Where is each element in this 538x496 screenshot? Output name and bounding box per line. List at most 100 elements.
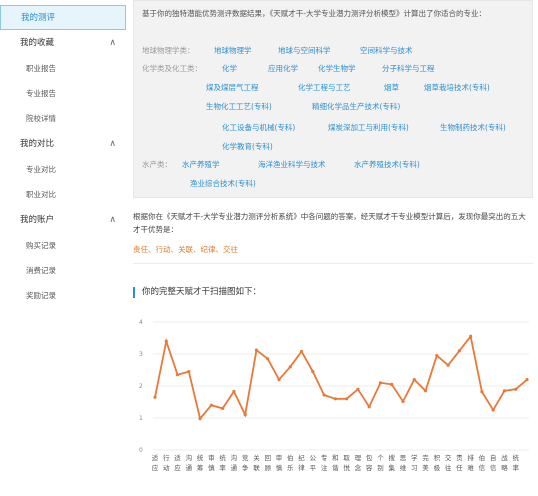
- major-link[interactable]: 烟草: [384, 82, 399, 94]
- major-link[interactable]: 地球物理学: [214, 45, 252, 57]
- major-link[interactable]: 渔业综合技术(专科): [190, 178, 256, 190]
- x-tick-label: 取: [343, 454, 350, 462]
- sidebar-group-2[interactable]: 我的账户 ∧: [0, 207, 126, 233]
- x-tick-label: 维: [400, 463, 407, 472]
- data-point: [390, 382, 394, 386]
- talent-scan-chart: 01234适应行动适应沟通统筹审慎统率沟通竞争关联回顾审慎伯乐纪律公平专注和谐取…: [139, 319, 529, 472]
- data-point: [469, 334, 473, 338]
- major-link[interactable]: 化学工程与工艺: [298, 82, 351, 94]
- sidebar-item[interactable]: 消费记录: [0, 258, 126, 283]
- sidebar-group-label: 我的账户: [20, 215, 55, 225]
- x-tick-label: 动: [163, 464, 170, 472]
- x-tick-label: 和: [332, 453, 339, 462]
- major-link[interactable]: 应用化学: [268, 63, 298, 75]
- x-tick-label: 竞: [242, 453, 249, 462]
- data-point: [209, 403, 213, 407]
- x-tick-label: 慎: [276, 463, 283, 472]
- data-point: [153, 395, 157, 399]
- x-tick-label: 难: [467, 463, 474, 472]
- x-tick-label: 搜: [388, 453, 395, 462]
- data-point: [254, 348, 259, 352]
- sidebar-group-label: 我的收藏: [20, 38, 55, 48]
- major-link[interactable]: 生物制药技术(专科): [440, 122, 506, 134]
- top-traits: 责任、行动、关联、纪律、交往: [133, 245, 238, 254]
- y-tick-label: 4: [139, 319, 143, 326]
- x-tick-label: 率: [512, 463, 519, 472]
- data-point: [401, 399, 405, 403]
- major-link[interactable]: 精细化学品生产技术(专科): [312, 101, 400, 113]
- major-link[interactable]: 化学: [222, 63, 237, 75]
- major-link[interactable]: 烟草栽培技术(专科): [424, 82, 490, 94]
- x-tick-label: 极: [434, 463, 441, 472]
- intro-text: 基于你的独特潜能优势测评数据结果，《天赋才干-大学专业潜力测评分析模型》计算出了…: [142, 9, 486, 18]
- data-point: [277, 378, 281, 382]
- chart-title: 你的完整天赋才干扫描图如下：: [133, 287, 261, 298]
- x-tick-label: 联: [253, 463, 260, 472]
- data-point: [221, 406, 225, 410]
- major-link[interactable]: 化工设备与机械(专科): [222, 122, 295, 134]
- sidebar-item-my-assessment[interactable]: 我的测评: [0, 5, 126, 30]
- x-tick-label: 思: [400, 454, 407, 462]
- x-tick-label: 积: [434, 453, 441, 462]
- data-point: [480, 390, 484, 394]
- sidebar-item[interactable]: 专业对比: [0, 157, 126, 182]
- major-link[interactable]: 海洋渔业科学与技术: [258, 159, 326, 171]
- x-tick-label: 沟: [231, 453, 238, 462]
- major-link[interactable]: 地球与空间科学: [278, 45, 331, 57]
- sidebar-item[interactable]: 职业对比: [0, 182, 126, 207]
- sidebar-group-0[interactable]: 我的收藏 ∧: [0, 30, 126, 56]
- major-link[interactable]: 生物化工工艺(专科): [206, 101, 272, 113]
- x-tick-label: 应: [152, 463, 159, 472]
- chevron-up-icon[interactable]: ∧: [109, 131, 116, 157]
- sidebar: 我的测评 我的收藏 ∧ 职业报告 专业报告 院校详情 我的对比 ∧ 专业对比 职业对比 我的账户 ∧ 购…: [0, 0, 126, 496]
- major-link[interactable]: 分子科学与工程: [382, 63, 435, 75]
- x-tick-label: 适: [174, 453, 181, 462]
- x-tick-label: 别: [377, 463, 384, 472]
- x-tick-label: 完: [422, 453, 429, 462]
- data-point: [525, 378, 529, 382]
- x-tick-label: 往: [445, 463, 452, 472]
- x-tick-label: 排: [467, 453, 474, 462]
- x-tick-label: 统: [197, 453, 204, 462]
- x-tick-label: 交: [445, 453, 452, 462]
- data-point: [514, 387, 518, 391]
- data-point: [322, 393, 326, 397]
- x-tick-label: 自: [490, 453, 497, 462]
- x-tick-label: 回: [264, 454, 271, 462]
- sidebar-item[interactable]: 院校详情: [0, 106, 126, 131]
- x-tick-label: 伯: [287, 453, 294, 462]
- major-link[interactable]: 水产养殖技术(专科): [354, 159, 420, 171]
- data-point: [243, 413, 247, 417]
- sidebar-item[interactable]: 购买记录: [0, 233, 126, 258]
- sidebar-item[interactable]: 奖励记录: [0, 283, 126, 308]
- major-link[interactable]: 化学生物学: [318, 63, 356, 75]
- sidebar-item[interactable]: 职业报告: [0, 56, 126, 81]
- sidebar-group-1[interactable]: 我的对比 ∧: [0, 131, 126, 157]
- chevron-up-icon[interactable]: ∧: [109, 30, 116, 56]
- major-link[interactable]: 煤炭深加工与利用(专科): [328, 122, 409, 134]
- data-point: [345, 397, 349, 401]
- data-point: [435, 354, 439, 358]
- data-point: [232, 389, 236, 394]
- category-label: 水产类：: [142, 160, 172, 169]
- x-tick-label: 谐: [332, 463, 339, 472]
- major-link[interactable]: 煤及煤层气工程: [206, 82, 259, 94]
- x-tick-label: 任: [456, 463, 463, 472]
- major-link[interactable]: 水产养殖学: [182, 159, 220, 171]
- data-point: [446, 363, 450, 367]
- x-tick-label: 筹: [197, 463, 204, 472]
- data-point: [198, 417, 202, 421]
- major-link[interactable]: 化学教育(专科): [222, 141, 273, 153]
- x-tick-label: 容: [366, 463, 373, 472]
- major-link[interactable]: 空间科学与技术: [360, 45, 413, 57]
- x-tick-label: 念: [355, 463, 362, 472]
- data-point: [266, 357, 270, 361]
- sidebar-item[interactable]: 专业报告: [0, 81, 126, 106]
- chevron-up-icon[interactable]: ∧: [109, 207, 116, 233]
- x-tick-label: 审: [208, 453, 215, 462]
- x-tick-label: 伯: [479, 453, 486, 462]
- y-tick-label: 1: [139, 415, 143, 422]
- recommended-majors-box: 基于你的独特潜能优势测评数据结果，《天赋才干-大学专业潜力测评分析模型》计算出了…: [133, 0, 533, 198]
- x-tick-label: 信: [490, 463, 497, 472]
- x-tick-label: 顾: [264, 464, 271, 472]
